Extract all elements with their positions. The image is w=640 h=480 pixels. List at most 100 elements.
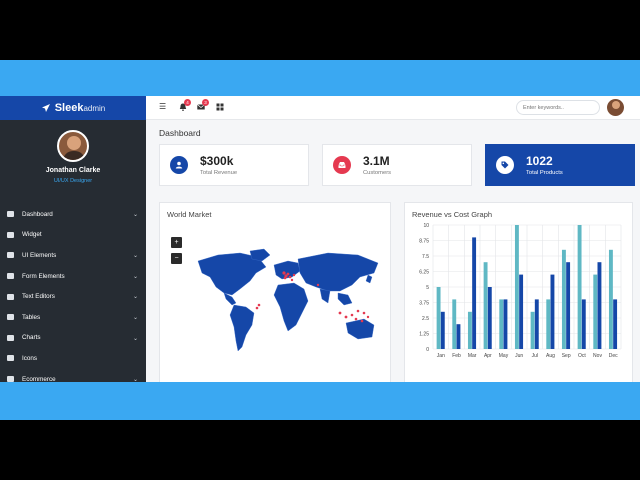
x-tick-label: Jun xyxy=(515,353,523,359)
central-america xyxy=(223,292,237,306)
x-tick-label: Apr xyxy=(484,353,492,359)
japan xyxy=(365,274,373,284)
bar xyxy=(546,299,551,349)
australia xyxy=(345,318,375,340)
notification-badge: 4 xyxy=(184,99,191,106)
bar xyxy=(550,274,555,349)
y-tick-label: 6.25 xyxy=(419,269,429,275)
stat-label: Total Products xyxy=(526,170,563,176)
user-avatar[interactable] xyxy=(607,99,624,116)
stat-card-revenue: $300k Total Revenue xyxy=(159,144,309,186)
stat-value: 1022 xyxy=(526,154,553,168)
x-tick-label: Jan xyxy=(437,353,445,359)
message-badge: 3 xyxy=(202,99,209,106)
sidebar-item-dashboard[interactable]: Dashboard ⌄ xyxy=(0,204,146,225)
envelope-icon[interactable]: 3 xyxy=(197,99,209,111)
x-tick-label: Feb xyxy=(452,353,461,359)
x-tick-label: Nov xyxy=(593,353,602,359)
sidebar: Sleekadmin Jonathan Clarke UI/UX Designe… xyxy=(0,96,146,382)
sidebar-item-charts[interactable]: Charts ⌄ xyxy=(0,328,146,349)
bar xyxy=(530,311,535,349)
revenue-cost-chart: 0 1.25 2.5 3.75 5 6.25 7.5 8.75 10 Jan Feb Mar Apr Ma… xyxy=(419,223,622,359)
blue-band-bottom xyxy=(0,382,640,420)
profile-name: Jonathan Clarke xyxy=(45,167,101,174)
bar xyxy=(472,237,477,349)
bar xyxy=(467,311,472,349)
grid-icon[interactable] xyxy=(216,103,224,111)
x-tick-label: Jul xyxy=(532,353,538,359)
sidebar-item-label: Tables xyxy=(22,313,41,321)
form-icon xyxy=(7,273,14,280)
bar xyxy=(456,324,461,349)
editor-icon xyxy=(7,293,14,300)
sidebar-item-ui-elements[interactable]: UI Elements ⌄ xyxy=(0,245,146,266)
x-tick-label: Aug xyxy=(546,353,555,359)
hamburger-icon[interactable]: ☰ xyxy=(159,103,167,111)
chevron-down-icon: ⌄ xyxy=(132,253,138,260)
blue-band-top xyxy=(0,60,640,96)
x-tick-label: Dec xyxy=(609,353,618,359)
avatar[interactable] xyxy=(57,130,89,162)
sidebar-item-label: UI Elements xyxy=(22,251,57,259)
y-tick-label: 5 xyxy=(426,285,429,291)
sidebar-item-widget[interactable]: Widget xyxy=(0,225,146,246)
widget-icon xyxy=(7,231,14,238)
bell-icon[interactable]: 4 xyxy=(179,99,191,111)
page-title: Dashboard xyxy=(159,128,201,138)
chart-title: Revenue vs Cost Graph xyxy=(412,210,493,219)
stat-value: 3.1M xyxy=(363,154,390,168)
x-tick-label: May xyxy=(499,353,509,359)
tag-icon xyxy=(496,156,514,174)
sidebar-item-ecommerce[interactable]: Ecommerce ⌄ xyxy=(0,369,146,382)
y-tick-label: 0 xyxy=(426,347,429,353)
stat-card-customers: 3.1M Customers xyxy=(322,144,472,186)
x-tick-label: Mar xyxy=(468,353,477,359)
bar xyxy=(519,274,524,349)
india xyxy=(319,288,331,304)
sidebar-item-label: Text Editors xyxy=(22,293,55,301)
sidebar-item-icons[interactable]: Icons xyxy=(0,348,146,369)
y-tick-label: 8.75 xyxy=(419,238,429,244)
greenland xyxy=(249,248,271,262)
y-tick-label: 10 xyxy=(423,223,429,229)
bar xyxy=(514,225,519,349)
revenue-cost-card: Revenue vs Cost Graph 0 1.25 2.5 3.75 5 6.25 7… xyxy=(404,202,633,382)
bar xyxy=(608,249,613,349)
chevron-down-icon: ⌄ xyxy=(132,273,138,280)
bar xyxy=(613,299,618,349)
stat-label: Total Revenue xyxy=(200,170,238,176)
brand-suffix: admin xyxy=(83,104,106,113)
asia xyxy=(297,252,379,292)
chevron-down-icon: ⌄ xyxy=(132,294,138,301)
main-content: Dashboard $300k Total Revenue 3.1M Custo… xyxy=(146,120,640,382)
bar xyxy=(561,249,566,349)
admin-dashboard: Sleekadmin Jonathan Clarke UI/UX Designe… xyxy=(0,96,640,382)
southeast-asia xyxy=(337,292,353,306)
sidebar-menu: Dashboard ⌄ Widget UI Elements ⌄ Form Element… xyxy=(0,204,146,382)
card-title: World Market xyxy=(167,210,212,219)
search-input[interactable] xyxy=(516,100,600,115)
profile-role: UI/UX Designer xyxy=(53,178,93,184)
sidebar-item-label: Form Elements xyxy=(22,272,65,280)
sidebar-item-label: Dashboard xyxy=(22,210,53,218)
sidebar-item-form-elements[interactable]: Form Elements ⌄ xyxy=(0,266,146,287)
y-tick-label: 1.25 xyxy=(419,331,429,337)
zoom-in-button[interactable]: + xyxy=(171,237,182,248)
y-tick-label: 3.75 xyxy=(419,300,429,306)
brand-logo[interactable]: Sleekadmin xyxy=(0,96,146,120)
sidebar-item-label: Icons xyxy=(22,354,38,362)
table-icon xyxy=(7,314,14,321)
africa xyxy=(273,282,309,332)
world-map[interactable] xyxy=(188,247,384,359)
world-market-card: World Market + − xyxy=(159,202,391,382)
bar xyxy=(503,299,508,349)
sidebar-item-text-editors[interactable]: Text Editors ⌄ xyxy=(0,286,146,307)
icons-icon xyxy=(7,355,14,362)
bar xyxy=(593,274,598,349)
sidebar-item-tables[interactable]: Tables ⌄ xyxy=(0,307,146,328)
zoom-out-button[interactable]: − xyxy=(171,253,182,264)
chart-icon xyxy=(7,334,14,341)
bar xyxy=(577,225,582,349)
x-tick-label: Oct xyxy=(578,353,586,359)
bar xyxy=(487,287,492,349)
